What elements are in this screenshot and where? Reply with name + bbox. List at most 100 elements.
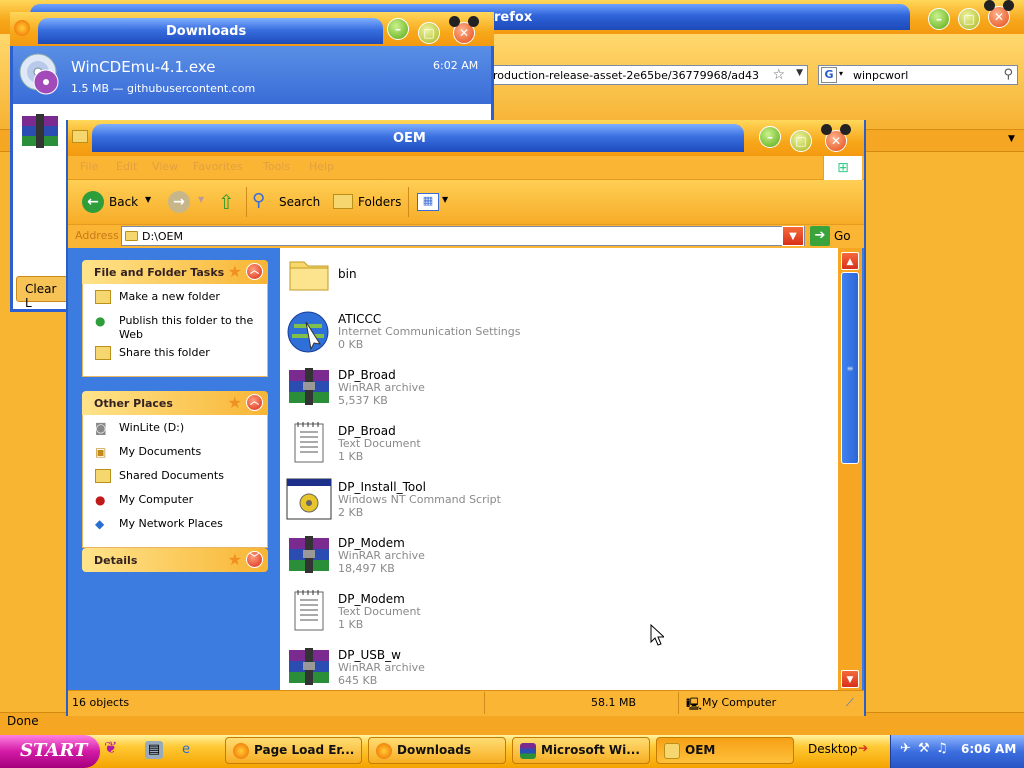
tray-tools-icon[interactable]: ⚒ [918, 741, 930, 756]
desktop-toolbar-label[interactable]: Desktop [808, 742, 858, 756]
back-button-label[interactable]: Back [109, 195, 138, 209]
folders-icon[interactable] [333, 194, 353, 209]
task-make-new-folder[interactable]: Make a new folder [95, 290, 267, 310]
winrar-icon [20, 114, 60, 150]
panel-header[interactable]: Other Places ★ ︿ [82, 391, 268, 415]
status-total-size: 58.1 MB [591, 696, 637, 709]
file-item[interactable]: DP_USB_w WinRAR archive 645 KB [284, 642, 824, 690]
start-button[interactable]: START [0, 735, 100, 768]
file-item[interactable]: bin [284, 250, 824, 304]
file-item[interactable]: DP_Modem WinRAR archive 18,497 KB [284, 530, 824, 584]
taskbar-task-oem[interactable]: OEM [656, 737, 794, 764]
tray-network-icon[interactable]: ✈ [900, 741, 911, 756]
panel-header[interactable]: File and Folder Tasks ★ ︿ [82, 260, 268, 284]
desktop-arrow-icon[interactable]: ➔ [858, 741, 868, 755]
firefox-icon [233, 743, 249, 759]
place-winlite-drive[interactable]: ◙ WinLite (D:) [95, 421, 267, 441]
go-button[interactable]: Go [834, 229, 851, 243]
other-places-panel: Other Places ★ ︿ ◙ WinLite (D:) ▣ My Doc… [82, 391, 268, 548]
place-my-documents[interactable]: ▣ My Documents [95, 445, 267, 465]
panel-header[interactable]: Details ★ ﹀ [82, 548, 268, 572]
taskbar-task-downloads[interactable]: Downloads [368, 737, 506, 764]
winrar-icon [520, 743, 536, 759]
panel-title: File and Folder Tasks [94, 266, 225, 279]
search-button-label[interactable]: Search [279, 195, 320, 209]
place-my-network[interactable]: ◆ My Network Places [95, 517, 267, 537]
chevron-down-icon[interactable]: ▼ [796, 68, 803, 78]
file-type: Windows NT Command Script [338, 493, 501, 506]
tray-volume-icon[interactable]: ♫ [936, 741, 948, 756]
menu-view[interactable]: View [152, 160, 178, 173]
menu-help[interactable]: Help [309, 160, 334, 173]
file-name: DP_Modem [338, 536, 405, 550]
menu-favorites[interactable]: Favorites [193, 160, 243, 173]
my-computer-icon: 🖳 [686, 697, 703, 711]
command-script-icon [286, 476, 332, 522]
file-item[interactable]: DP_Modem Text Document 1 KB [284, 586, 824, 640]
scrollbar-thumb[interactable]: ≡ [841, 272, 859, 464]
search-icon[interactable]: ⚲ [1003, 67, 1013, 82]
explorer-titlebar[interactable]: OEM [68, 120, 864, 156]
file-type: Text Document [338, 437, 421, 450]
bookmark-star-icon[interactable]: ☆ [772, 67, 785, 83]
firefox-minimize-button[interactable]: – [928, 8, 950, 30]
winrar-icon [286, 364, 332, 410]
google-icon[interactable]: G [821, 67, 837, 83]
file-size: 5,537 KB [338, 394, 388, 407]
menu-file[interactable]: File [80, 160, 98, 173]
firefox-icon [14, 20, 30, 36]
tab-list-icon[interactable]: ▼ [1008, 134, 1015, 144]
scroll-down-button[interactable]: ▼ [841, 670, 859, 688]
back-dropdown-icon[interactable]: ▼ [145, 195, 151, 204]
file-type: WinRAR archive [338, 381, 425, 394]
file-name: ATICCC [338, 312, 382, 326]
folders-button-label[interactable]: Folders [358, 195, 401, 209]
firefox-close-button[interactable]: ✕ [984, 0, 1014, 28]
text-document-icon [286, 420, 332, 466]
scroll-up-button[interactable]: ▲ [841, 252, 859, 270]
views-icon[interactable]: ▦ [417, 193, 439, 211]
expand-chevron-icon[interactable]: ﹀ [246, 551, 263, 568]
place-my-computer[interactable]: ● My Computer [95, 493, 267, 513]
forward-dropdown-icon[interactable]: ▼ [198, 195, 204, 204]
panel-title: Other Places [94, 397, 173, 410]
taskbar-task-microsoft-windows[interactable]: Microsoft Wi... [512, 737, 650, 764]
forward-arrow-icon[interactable]: → [168, 191, 190, 213]
internet-explorer-icon[interactable]: e [177, 741, 195, 759]
menu-tools[interactable]: Tools [263, 160, 290, 173]
collapse-chevron-icon[interactable]: ︿ [246, 263, 263, 280]
task-publish-web[interactable]: ● Publish this folder to the Web [95, 314, 267, 342]
file-item[interactable]: ATICCC Internet Communication Settings 0… [284, 306, 824, 360]
address-input[interactable]: D:\OEM [121, 226, 805, 246]
go-arrow-icon[interactable]: ➔ [810, 226, 830, 246]
show-desktop-icon[interactable]: ▤ [145, 741, 163, 759]
resize-grip-icon[interactable]: ⟋ [846, 696, 854, 710]
firefox-search-box[interactable]: G ▾ winpcworl ⚲ [818, 65, 1018, 85]
chevron-down-icon[interactable]: ▾ [839, 69, 843, 78]
collapse-chevron-icon[interactable]: ︿ [246, 394, 263, 411]
place-shared-documents[interactable]: Shared Documents [95, 469, 267, 489]
views-dropdown-icon[interactable]: ▼ [442, 195, 448, 204]
downloads-maximize-button[interactable]: □ [418, 22, 440, 44]
file-item[interactable]: DP_Broad WinRAR archive 5,537 KB [284, 362, 824, 416]
search-icon[interactable]: ⚲ [252, 190, 265, 211]
explorer-minimize-button[interactable]: – [759, 126, 781, 148]
file-size: 645 KB [338, 674, 378, 687]
back-arrow-icon[interactable]: ← [82, 191, 104, 213]
firefox-maximize-button[interactable]: □ [958, 8, 980, 30]
downloads-minimize-button[interactable]: – [387, 18, 409, 40]
download-meta: 1.5 MB — githubusercontent.com [71, 82, 256, 95]
file-item[interactable]: DP_Install_Tool Windows NT Command Scrip… [284, 474, 824, 528]
address-dropdown-button[interactable]: ▼ [782, 226, 804, 246]
explorer-maximize-button[interactable]: □ [790, 130, 812, 152]
firefox-url-bar[interactable]: roduction-release-asset-2e65be/36779968/… [488, 65, 808, 85]
file-type: Internet Communication Settings [338, 325, 521, 338]
file-item[interactable]: DP_Broad Text Document 1 KB [284, 418, 824, 472]
clear-list-button[interactable]: Clear L [16, 276, 72, 310]
explorer-close-button[interactable]: ✕ [821, 124, 851, 152]
menu-edit[interactable]: Edit [116, 160, 137, 173]
up-folder-icon[interactable]: ⇧ [218, 190, 235, 214]
downloads-close-button[interactable]: ✕ [449, 16, 479, 44]
task-share-folder[interactable]: Share this folder [95, 346, 267, 366]
taskbar-task-page-load-error[interactable]: Page Load Er... [225, 737, 362, 764]
